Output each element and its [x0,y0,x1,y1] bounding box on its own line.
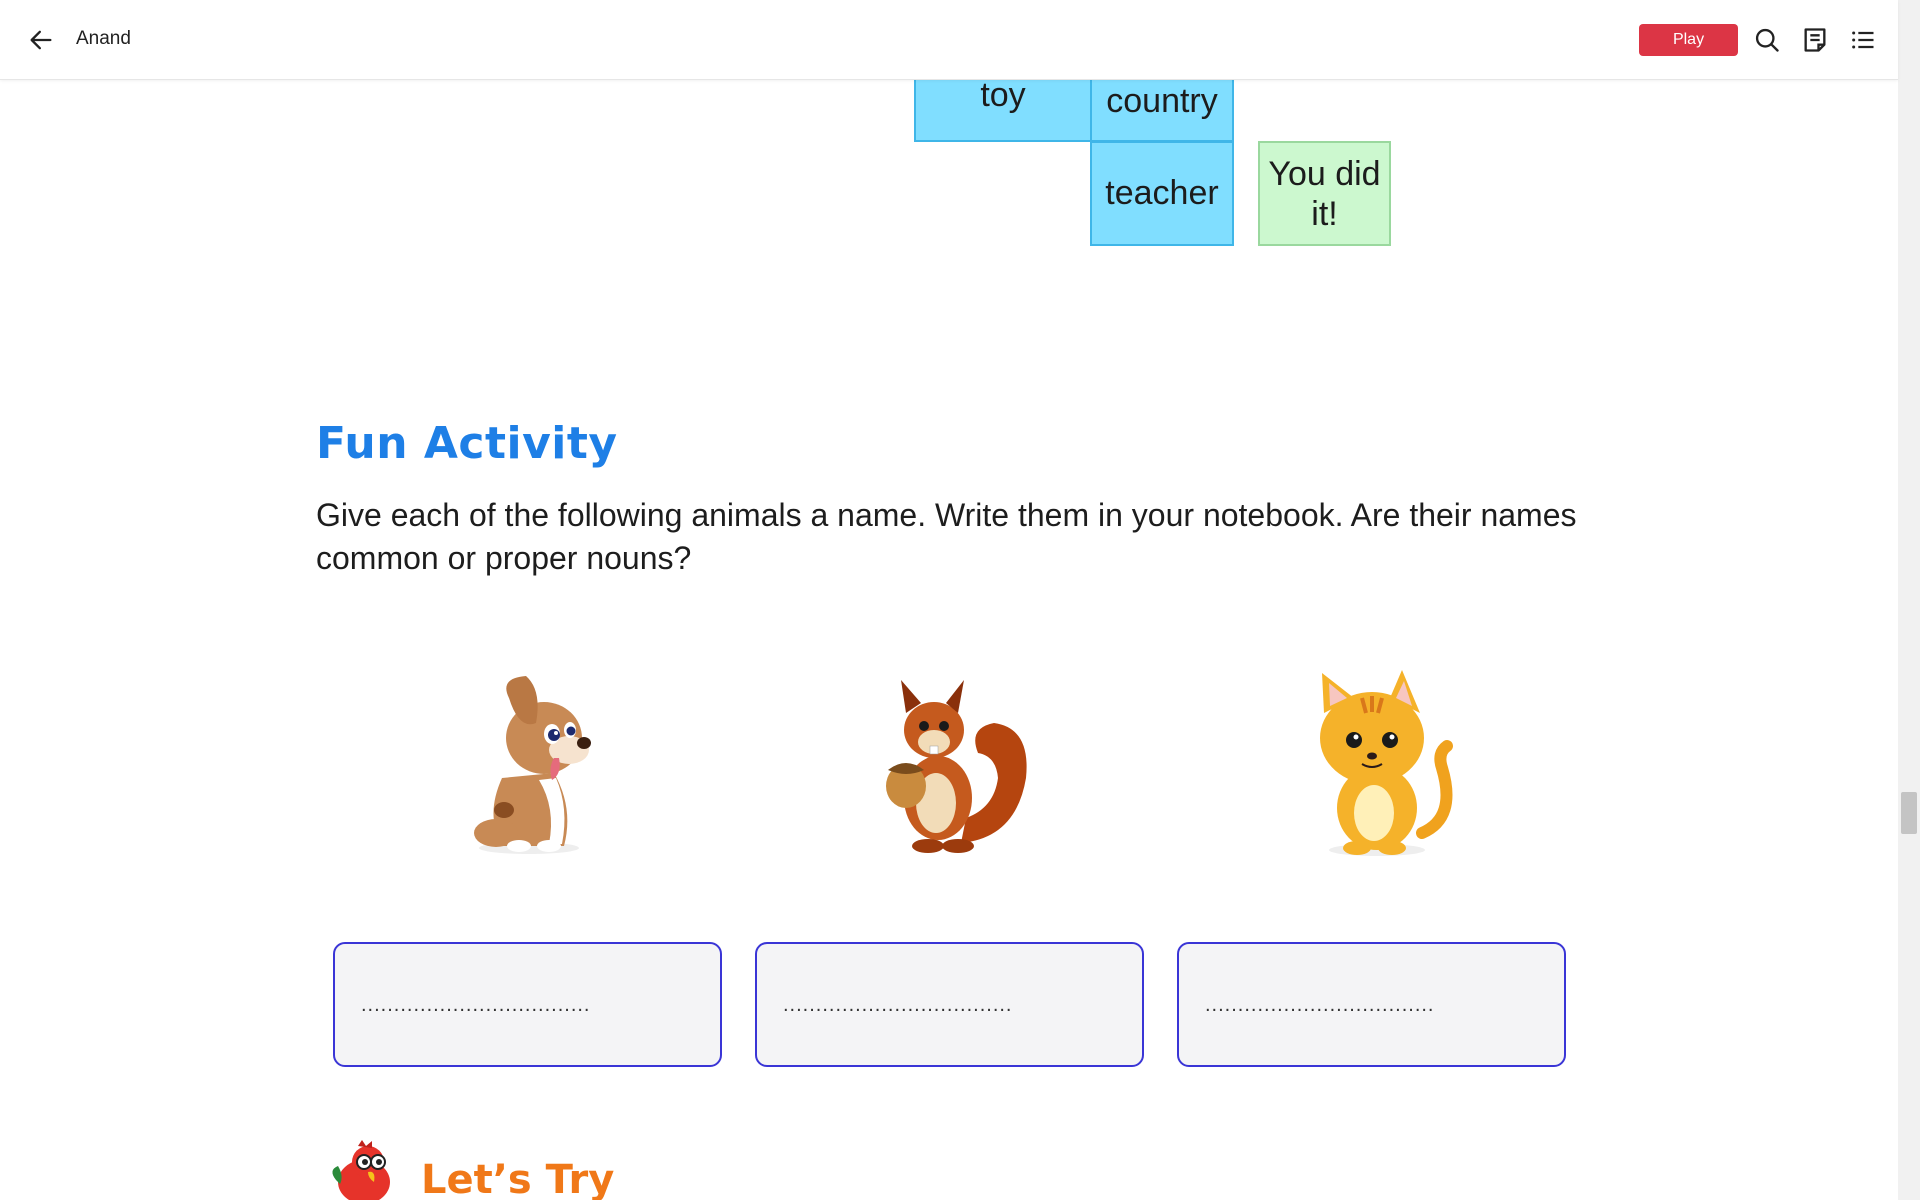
word-cell-teacher[interactable]: teacher [1090,141,1234,246]
activity-instruction: Give each of the following animals a nam… [316,497,1577,576]
answer-box-squirrel[interactable]: ................................... [755,942,1144,1067]
answer-box-dog[interactable]: ................................... [333,942,722,1067]
success-message: You did it! [1258,141,1391,246]
cat-illustration [1320,670,1453,856]
scrollbar-track[interactable] [1898,0,1920,1200]
parrot-mascot-icon [332,1140,390,1200]
search-icon[interactable] [1753,26,1781,54]
book-title: Anand [76,28,131,49]
dog-illustration [474,676,591,854]
section-heading-fun-activity: Fun Activity [316,418,618,469]
play-button[interactable]: Play [1639,24,1738,56]
top-bar: Anand Play [0,0,1898,80]
notes-icon[interactable] [1801,26,1829,54]
squirrel-illustration [886,680,1027,853]
list-icon[interactable] [1849,26,1877,54]
back-arrow-icon[interactable] [26,26,56,54]
section-heading-lets-try: Let’s Try [421,1157,615,1200]
scrollbar-thumb[interactable] [1901,792,1917,834]
answer-box-cat[interactable]: ................................... [1177,942,1566,1067]
